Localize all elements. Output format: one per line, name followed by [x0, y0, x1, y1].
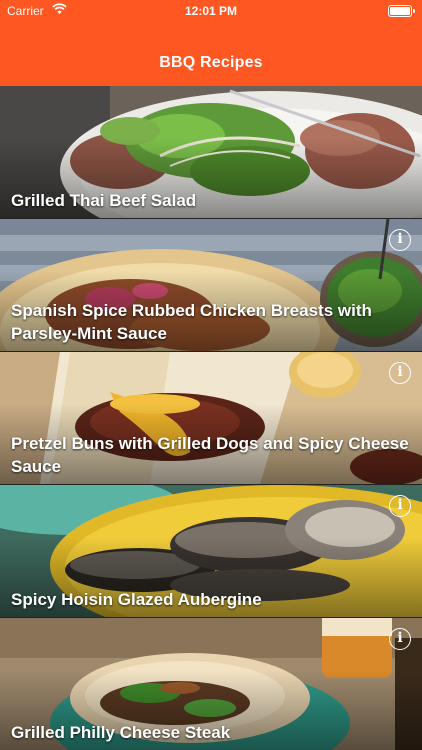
recipe-card[interactable]: i Pretzel Buns with Grilled Dogs and Spi… [0, 352, 422, 485]
info-icon[interactable]: i [389, 628, 411, 650]
recipe-card[interactable]: Grilled Thai Beef Salad [0, 86, 422, 219]
app-header: Carrier 12:01 PM BBQ Recipes [0, 0, 422, 86]
recipe-card[interactable]: i Spicy Hoisin Glazed Aubergine [0, 485, 422, 618]
recipe-title: Pretzel Buns with Grilled Dogs and Spicy… [11, 434, 409, 476]
info-icon[interactable]: i [389, 229, 411, 251]
page-title: BBQ Recipes [159, 54, 263, 71]
status-bar: Carrier 12:01 PM [0, 0, 422, 22]
recipe-title: Grilled Thai Beef Salad [11, 191, 197, 210]
recipe-title: Grilled Philly Cheese Steak [11, 723, 231, 742]
status-time: 12:01 PM [184, 4, 238, 18]
recipe-list[interactable]: Grilled Thai Beef Salad i Spanish Spice … [0, 86, 422, 750]
battery-icon [388, 5, 415, 17]
info-icon[interactable]: i [389, 362, 411, 384]
info-icon[interactable]: i [389, 495, 411, 517]
recipe-title: Spicy Hoisin Glazed Aubergine [11, 590, 262, 609]
recipe-card[interactable]: i Spanish Spice Rubbed Chicken Breasts w… [0, 219, 422, 352]
recipe-card[interactable]: i Grilled Philly Cheese Steak [0, 618, 422, 750]
recipe-title: Spanish Spice Rubbed Chicken Breasts wit… [11, 301, 372, 343]
